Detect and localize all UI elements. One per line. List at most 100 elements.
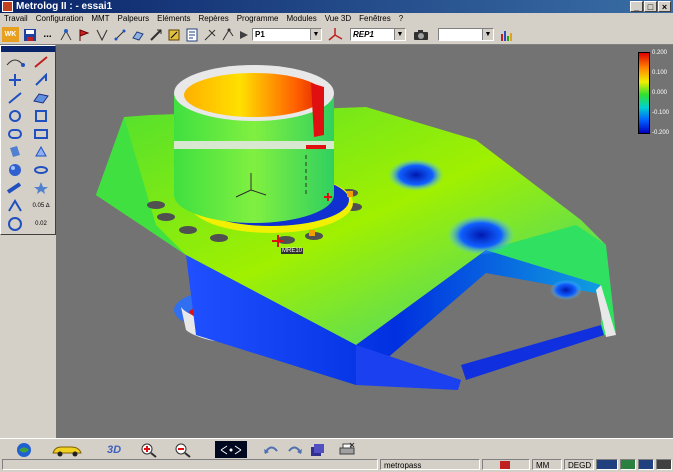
camera-icon[interactable] bbox=[412, 27, 430, 42]
construct-icon[interactable] bbox=[148, 27, 163, 42]
scale-label-low: -0.100 bbox=[652, 110, 670, 116]
more-options-button[interactable]: ... bbox=[40, 27, 55, 42]
program-run-icon[interactable] bbox=[236, 27, 251, 42]
point-label[interactable]: MRE10 bbox=[281, 248, 304, 254]
view-toolbar: 3D bbox=[0, 438, 673, 460]
menu-programme[interactable]: Programme bbox=[233, 13, 283, 25]
view-combo[interactable]: ▼ bbox=[438, 28, 494, 41]
view-3d-label: 3D bbox=[106, 443, 122, 456]
torus-tool-icon[interactable] bbox=[28, 161, 54, 179]
slot-tool-icon[interactable] bbox=[2, 125, 28, 143]
scale-label-min: -0.200 bbox=[652, 130, 670, 136]
3d-viewport[interactable]: MRE10 0.200 0.100 0.000 -0.100 -0.200 bbox=[56, 45, 673, 438]
chevron-down-icon[interactable]: ▼ bbox=[310, 29, 321, 40]
save-disk-icon[interactable] bbox=[22, 27, 37, 42]
cone-tool-icon[interactable] bbox=[28, 143, 54, 161]
measure-angle-icon[interactable] bbox=[94, 27, 109, 42]
tolerance-b-value[interactable]: 0.02 bbox=[28, 215, 54, 233]
distance-tool-icon[interactable] bbox=[2, 197, 28, 215]
globe-icon[interactable] bbox=[14, 441, 34, 458]
minimize-button[interactable]: _ bbox=[630, 1, 643, 12]
square-tool-icon[interactable] bbox=[28, 107, 54, 125]
sphere-tool-icon[interactable] bbox=[2, 161, 28, 179]
menu-palpeurs[interactable]: Palpeurs bbox=[114, 13, 154, 25]
status-user: metropass bbox=[380, 459, 480, 470]
statistics-chart-icon[interactable] bbox=[498, 27, 513, 42]
probe-tip-icon[interactable] bbox=[2, 53, 28, 71]
measure-points-icon[interactable] bbox=[112, 27, 127, 42]
alignment-icon[interactable] bbox=[202, 27, 217, 42]
view-3d-button[interactable]: 3D bbox=[102, 441, 126, 458]
fit-view-icon[interactable] bbox=[215, 441, 247, 458]
workspace-label: WK bbox=[4, 31, 17, 38]
deviation-color-scale bbox=[638, 52, 650, 134]
repere-combo-value: REP1 bbox=[353, 30, 374, 39]
car-view-icon[interactable] bbox=[50, 441, 84, 458]
zoom-out-icon[interactable] bbox=[172, 441, 194, 458]
printer-icon[interactable] bbox=[336, 441, 358, 458]
menu-travail[interactable]: Travail bbox=[0, 13, 32, 25]
measure-plane-icon[interactable] bbox=[130, 27, 145, 42]
main-toolbar: WK ... P1 ▼ REP1 ▼ ▼ bbox=[0, 25, 673, 45]
point-combo[interactable]: P1 ▼ bbox=[252, 28, 322, 41]
rectangle-tool-icon[interactable] bbox=[28, 125, 54, 143]
status-indicator-icon bbox=[482, 459, 530, 470]
part-deviation-map bbox=[96, 65, 616, 390]
window-title: Metrolog II : - essai1 bbox=[16, 1, 113, 12]
point-combo-value: P1 bbox=[255, 30, 265, 39]
scale-label-high: 0.100 bbox=[652, 70, 668, 76]
align-tool-icon[interactable] bbox=[28, 53, 54, 71]
status-message bbox=[2, 459, 378, 470]
more-dots: ... bbox=[43, 29, 52, 40]
probe-settings-icon[interactable] bbox=[58, 27, 73, 42]
tool-palette: 0.05 ∆ 0.02 bbox=[0, 45, 56, 235]
status-units: MM bbox=[532, 459, 562, 470]
close-button[interactable]: × bbox=[658, 1, 671, 12]
zoom-in-icon[interactable] bbox=[138, 441, 160, 458]
vector-tool-icon[interactable] bbox=[28, 71, 54, 89]
ring-tool-icon[interactable] bbox=[2, 215, 28, 233]
chevron-down-icon[interactable]: ▼ bbox=[394, 29, 405, 40]
repere-combo[interactable]: REP1 ▼ bbox=[350, 28, 406, 41]
rotate-left-icon[interactable] bbox=[260, 441, 282, 458]
tolerance-icon[interactable] bbox=[166, 27, 181, 42]
menu-modules[interactable]: Modules bbox=[283, 13, 321, 25]
monitor-icon-1[interactable] bbox=[596, 459, 618, 470]
menu-reperes[interactable]: Repères bbox=[194, 13, 232, 25]
point-tool-icon[interactable] bbox=[2, 71, 28, 89]
monitor-icon-4[interactable] bbox=[656, 459, 672, 470]
monitor-icon-3[interactable] bbox=[638, 459, 654, 470]
axes-icon[interactable] bbox=[328, 27, 343, 42]
menu-configuration[interactable]: Configuration bbox=[32, 13, 88, 25]
probe-flag-icon[interactable] bbox=[76, 27, 91, 42]
maximize-button[interactable]: □ bbox=[644, 1, 657, 12]
menu-bar: Travail Configuration MMT Palpeurs Eléme… bbox=[0, 13, 673, 25]
scan-icon[interactable] bbox=[220, 27, 235, 42]
scale-label-zero: 0.000 bbox=[652, 90, 668, 96]
plate-top-surface bbox=[96, 107, 606, 345]
menu-vue3d[interactable]: Vue 3D bbox=[321, 13, 355, 25]
monitor-icon-2[interactable] bbox=[620, 459, 636, 470]
menu-mmt[interactable]: MMT bbox=[87, 13, 113, 25]
color-scale-labels: 0.200 0.100 0.000 -0.100 -0.200 bbox=[652, 50, 669, 136]
app-icon[interactable] bbox=[2, 1, 13, 12]
title-bar: Metrolog II : - essai1 _ □ × bbox=[0, 0, 673, 13]
workspace-button[interactable]: WK bbox=[2, 27, 19, 42]
cylinder-axis-icon[interactable] bbox=[2, 179, 28, 197]
menu-help[interactable]: ? bbox=[395, 13, 407, 25]
menu-fenetres[interactable]: Fenêtres bbox=[355, 13, 395, 25]
status-angle: DEGD bbox=[564, 459, 594, 470]
plane-tool-icon[interactable] bbox=[28, 89, 54, 107]
rotate-right-icon[interactable] bbox=[284, 441, 306, 458]
star-tool-icon[interactable] bbox=[28, 179, 54, 197]
line-tool-icon[interactable] bbox=[2, 89, 28, 107]
layers-icon[interactable] bbox=[306, 441, 328, 458]
cylinder-tool-icon[interactable] bbox=[2, 143, 28, 161]
menu-elements[interactable]: Eléments bbox=[153, 13, 194, 25]
circle-tool-icon[interactable] bbox=[2, 107, 28, 125]
chevron-down-icon[interactable]: ▼ bbox=[482, 29, 493, 40]
scale-label-max: 0.200 bbox=[652, 50, 668, 56]
report-icon[interactable] bbox=[184, 27, 199, 42]
status-bar: metropass MM DEGD bbox=[0, 459, 673, 470]
tolerance-a-value[interactable]: 0.05 ∆ bbox=[28, 197, 54, 215]
